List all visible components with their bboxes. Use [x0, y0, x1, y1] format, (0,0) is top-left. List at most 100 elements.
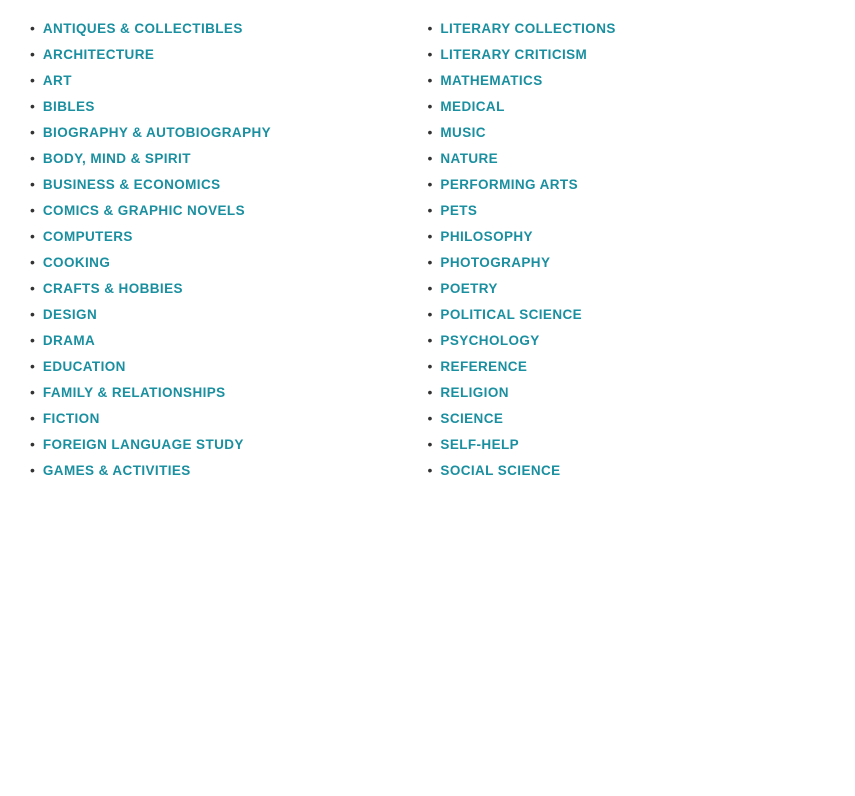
bullet-icon: •: [428, 436, 433, 452]
list-item: • SOCIAL SCIENCE: [428, 462, 806, 478]
category-link[interactable]: SOCIAL SCIENCE: [440, 463, 560, 478]
list-item: • BIBLES: [30, 98, 408, 114]
category-link[interactable]: MUSIC: [440, 125, 486, 140]
list-item: • DRAMA: [30, 332, 408, 348]
bullet-icon: •: [428, 306, 433, 322]
category-link[interactable]: DRAMA: [43, 333, 95, 348]
category-link[interactable]: GAMES & ACTIVITIES: [43, 463, 191, 478]
bullet-icon: •: [428, 332, 433, 348]
bullet-icon: •: [428, 384, 433, 400]
list-item: • PSYCHOLOGY: [428, 332, 806, 348]
list-item: • BIOGRAPHY & AUTOBIOGRAPHY: [30, 124, 408, 140]
category-link[interactable]: NATURE: [440, 151, 498, 166]
bullet-icon: •: [30, 280, 35, 296]
list-item: • POLITICAL SCIENCE: [428, 306, 806, 322]
category-link[interactable]: COMPUTERS: [43, 229, 133, 244]
list-item: • ARCHITECTURE: [30, 46, 408, 62]
list-item: • BUSINESS & ECONOMICS: [30, 176, 408, 192]
category-link[interactable]: PHOTOGRAPHY: [440, 255, 550, 270]
list-item: •PERFORMING ARTS: [428, 176, 806, 192]
category-link[interactable]: FICTION: [43, 411, 100, 426]
bullet-icon: •: [428, 46, 433, 62]
right-category-list: • LITERARY COLLECTIONS • LITERARY CRITICISM…: [428, 20, 806, 478]
bullet-icon: •: [428, 462, 433, 478]
category-link[interactable]: BUSINESS & ECONOMICS: [43, 177, 221, 192]
category-link[interactable]: LITERARY COLLECTIONS: [440, 21, 615, 36]
category-link[interactable]: PSYCHOLOGY: [440, 333, 539, 348]
categories-container: • ANTIQUES & COLLECTIBLES • ARCHITECTURE • AR…: [30, 20, 825, 488]
bullet-icon: •: [30, 228, 35, 244]
bullet-icon: •: [428, 254, 433, 270]
category-link[interactable]: CRAFTS & HOBBIES: [43, 281, 183, 296]
bullet-icon: •: [30, 462, 35, 478]
bullet-icon: •: [428, 150, 433, 166]
list-item: • FICTION: [30, 410, 408, 426]
list-item: •FOREIGN LANGUAGE STUDY: [30, 436, 408, 452]
list-item: • COMPUTERS: [30, 228, 408, 244]
category-link[interactable]: BODY, MIND & SPIRIT: [43, 151, 191, 166]
list-item: • DESIGN: [30, 306, 408, 322]
bullet-icon: •: [30, 124, 35, 140]
category-link[interactable]: PHILOSOPHY: [440, 229, 533, 244]
category-link[interactable]: REFERENCE: [440, 359, 527, 374]
list-item: • SCIENCE: [428, 410, 806, 426]
bullet-icon: •: [30, 254, 35, 270]
list-item: • MATHEMATICS: [428, 72, 806, 88]
list-item: • REFERENCE: [428, 358, 806, 374]
category-link[interactable]: PERFORMING ARTS: [440, 177, 578, 192]
category-link[interactable]: PETS: [440, 203, 477, 218]
left-category-list: • ANTIQUES & COLLECTIBLES • ARCHITECTURE • AR…: [30, 20, 408, 478]
bullet-icon: •: [428, 124, 433, 140]
category-link[interactable]: DESIGN: [43, 307, 97, 322]
category-link[interactable]: SCIENCE: [440, 411, 503, 426]
list-item: • EDUCATION: [30, 358, 408, 374]
category-link[interactable]: BIBLES: [43, 99, 95, 114]
category-link[interactable]: SELF-HELP: [440, 437, 519, 452]
list-item: •PHILOSOPHY: [428, 228, 806, 244]
list-item: •POETRY: [428, 280, 806, 296]
list-item: • LITERARY CRITICISM: [428, 46, 806, 62]
category-link[interactable]: POLITICAL SCIENCE: [440, 307, 582, 322]
list-item: • PHOTOGRAPHY: [428, 254, 806, 270]
category-link[interactable]: MATHEMATICS: [440, 73, 542, 88]
list-item: • NATURE: [428, 150, 806, 166]
bullet-icon: •: [428, 410, 433, 426]
bullet-icon: •: [30, 46, 35, 62]
category-link[interactable]: RELIGION: [440, 385, 509, 400]
category-link[interactable]: ARCHITECTURE: [43, 47, 154, 62]
bullet-icon: •: [30, 306, 35, 322]
bullet-icon: •: [30, 332, 35, 348]
left-column: • ANTIQUES & COLLECTIBLES • ARCHITECTURE • AR…: [30, 20, 428, 488]
bullet-icon: •: [30, 20, 35, 36]
category-link[interactable]: EDUCATION: [43, 359, 126, 374]
category-link[interactable]: BIOGRAPHY & AUTOBIOGRAPHY: [43, 125, 271, 140]
list-item: • MUSIC: [428, 124, 806, 140]
category-link[interactable]: MEDICAL: [440, 99, 504, 114]
bullet-icon: •: [30, 410, 35, 426]
list-item: • SELF-HELP: [428, 436, 806, 452]
bullet-icon: •: [30, 98, 35, 114]
list-item: • PETS: [428, 202, 806, 218]
list-item: • ART: [30, 72, 408, 88]
list-item: • MEDICAL: [428, 98, 806, 114]
bullet-icon: •: [428, 72, 433, 88]
bullet-icon: •: [30, 384, 35, 400]
bullet-icon: •: [428, 202, 433, 218]
category-link[interactable]: ANTIQUES & COLLECTIBLES: [43, 21, 243, 36]
bullet-icon: •: [30, 176, 35, 192]
list-item: • COOKING: [30, 254, 408, 270]
category-link[interactable]: FOREIGN LANGUAGE STUDY: [43, 437, 244, 452]
bullet-icon: •: [428, 98, 433, 114]
category-link[interactable]: POETRY: [440, 281, 497, 296]
category-link[interactable]: COOKING: [43, 255, 110, 270]
bullet-icon: •: [428, 20, 433, 36]
bullet-icon: •: [428, 358, 433, 374]
category-link[interactable]: ART: [43, 73, 72, 88]
bullet-icon: •: [30, 358, 35, 374]
category-link[interactable]: LITERARY CRITICISM: [440, 47, 587, 62]
bullet-icon: •: [30, 72, 35, 88]
list-item: •BODY, MIND & SPIRIT: [30, 150, 408, 166]
list-item: • FAMILY & RELATIONSHIPS: [30, 384, 408, 400]
category-link[interactable]: COMICS & GRAPHIC NOVELS: [43, 203, 245, 218]
category-link[interactable]: FAMILY & RELATIONSHIPS: [43, 385, 226, 400]
